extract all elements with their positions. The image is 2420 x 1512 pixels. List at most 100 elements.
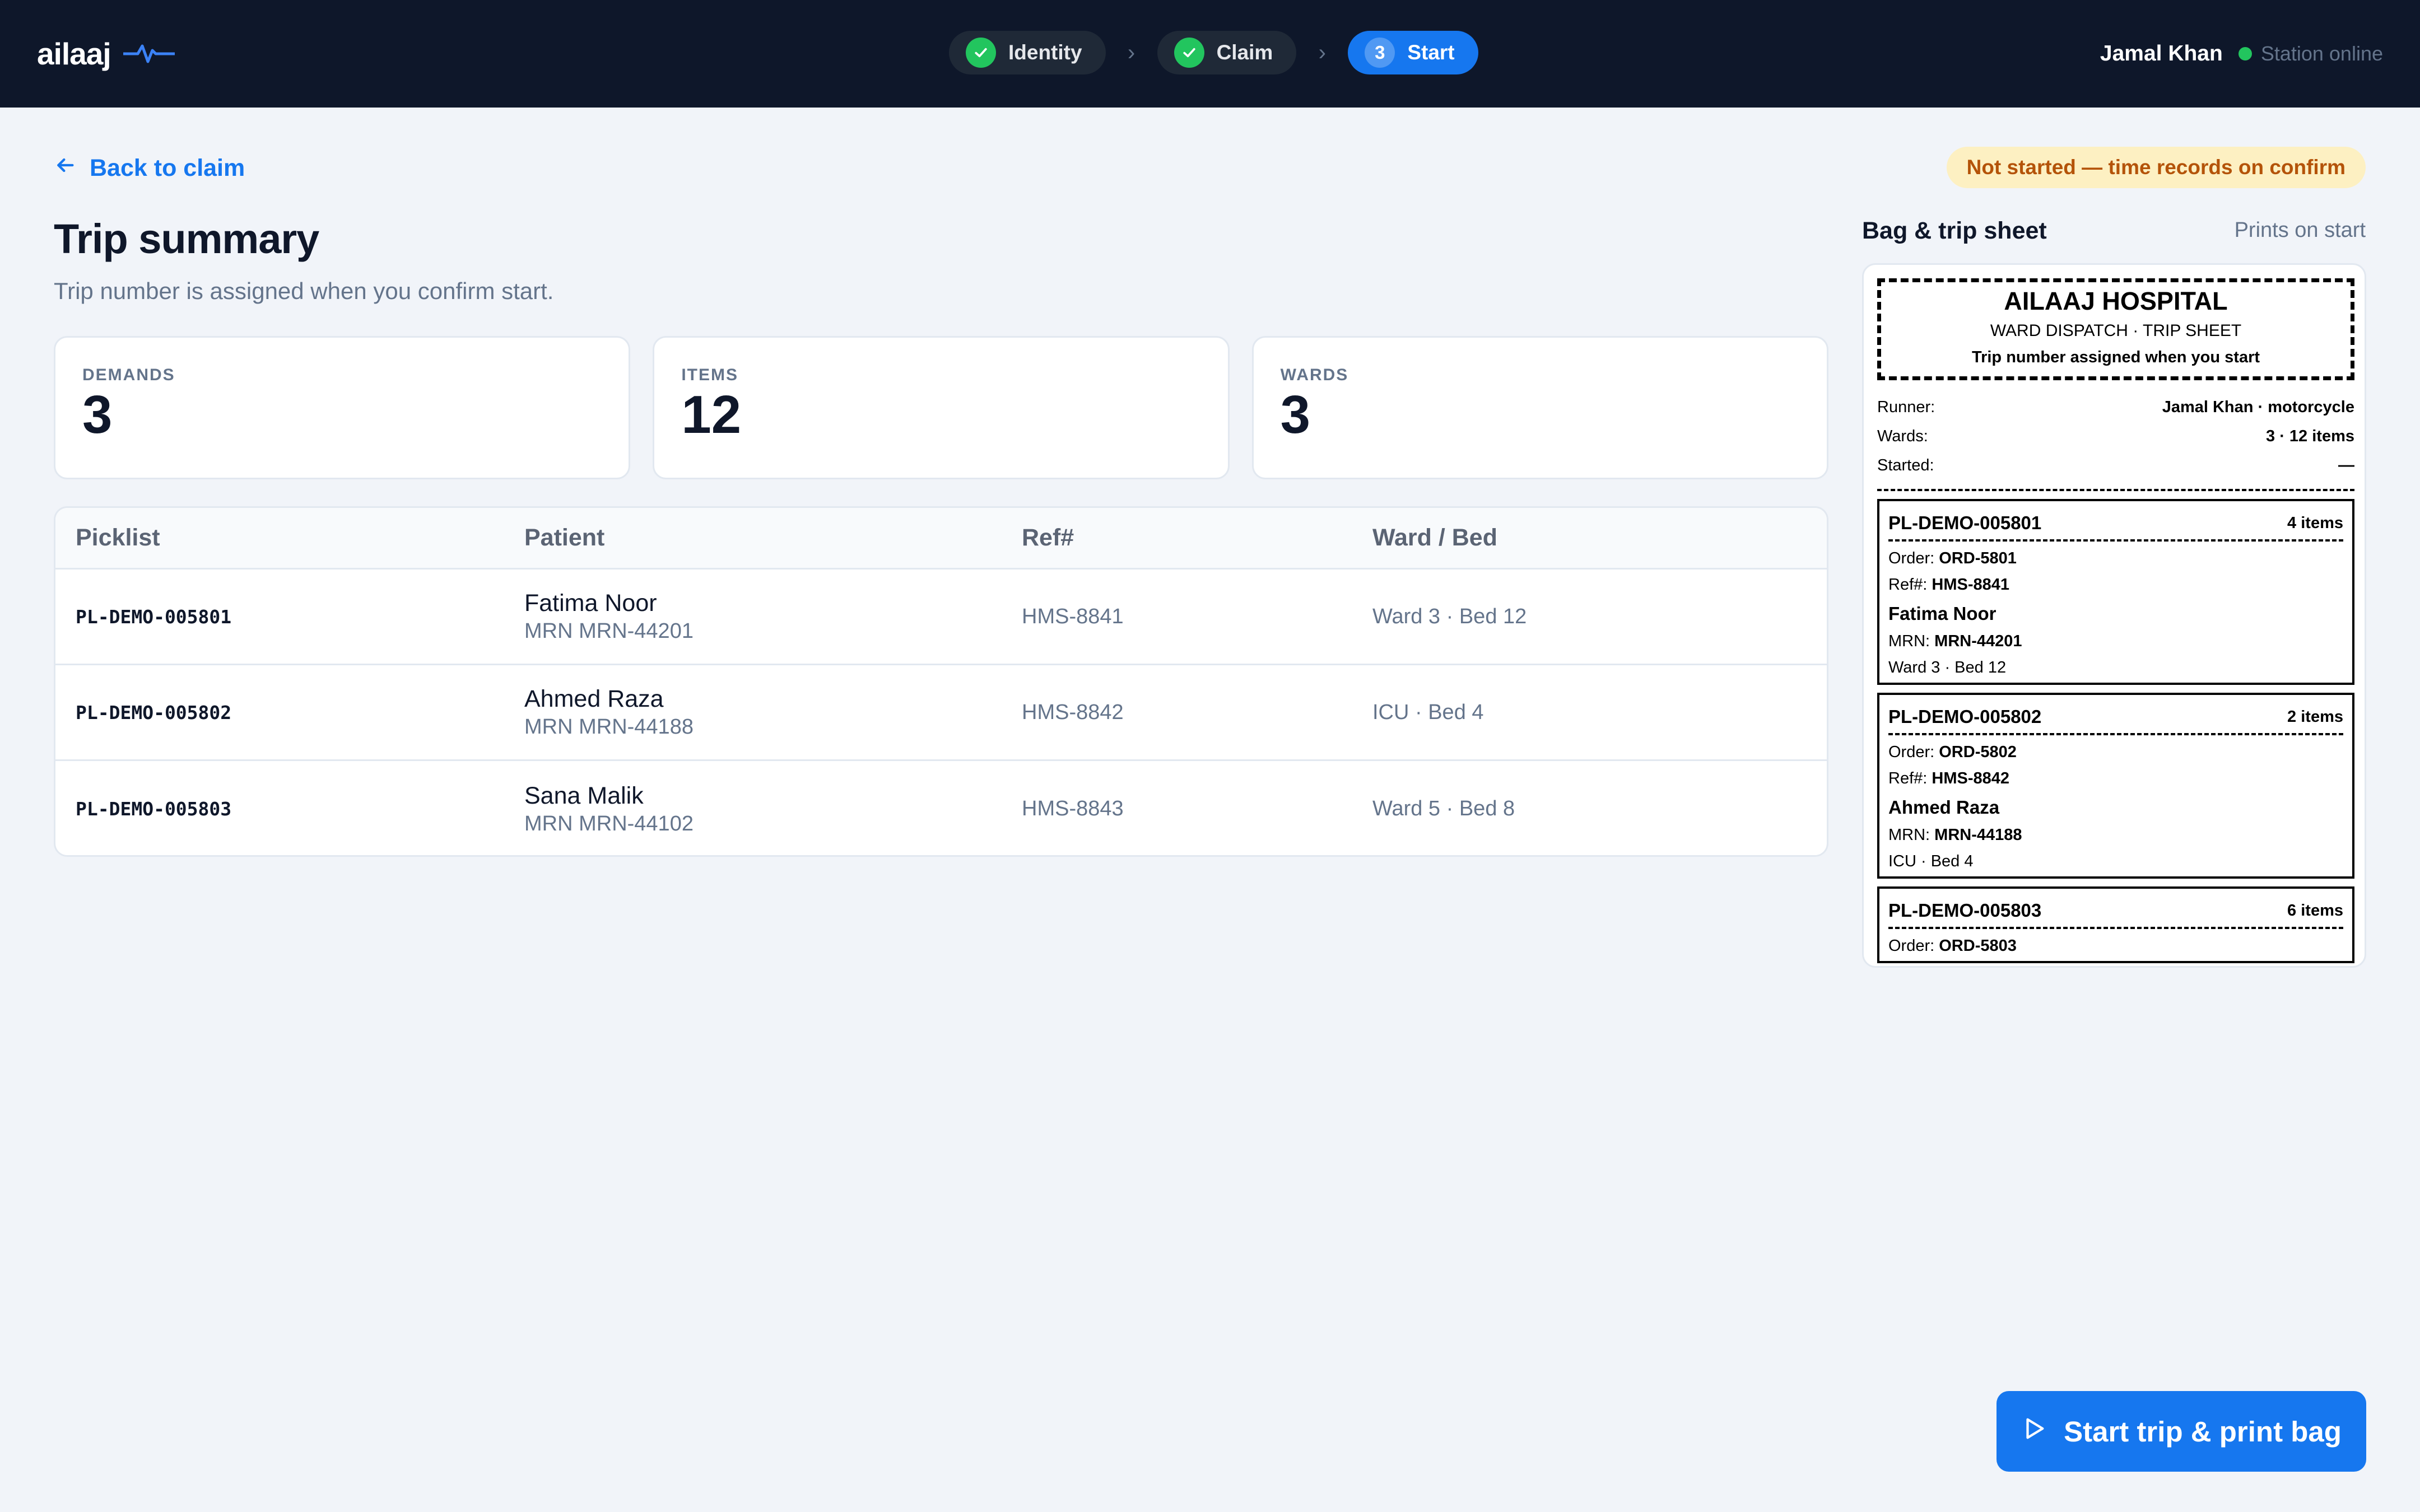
meta-value: — [2338, 456, 2354, 474]
order-number: ORD-5801 [1939, 549, 2017, 567]
ref-line: Ref#: HMS-8841 [1888, 576, 2343, 594]
table-row[interactable]: PL-DEMO-005802 Ahmed Raza MRN MRN-44188 … [55, 665, 1827, 761]
ref-number: HMS-8842 [1932, 769, 2010, 787]
stat-card-demands: DEMANDS 3 [54, 336, 631, 479]
check-icon [966, 38, 996, 68]
top-bar: ailaaj Identity › Claim › 3 Start Jamal … [0, 0, 2420, 108]
station-status-label: Station online [2260, 42, 2383, 65]
back-to-claim-link[interactable]: Back to claim [54, 151, 245, 185]
picklist-id: PL-DEMO-005803 [1888, 900, 2042, 921]
ward-bed: ICU · Bed 4 [1372, 700, 1484, 724]
meta-value: 3 · 12 items [2266, 427, 2354, 445]
picklist-block: PL-DEMO-005801 4 items Order: ORD-5801 R… [1877, 499, 2354, 685]
stat-label: ITEMS [681, 366, 738, 384]
ward-bed: ICU · Bed 4 [1888, 852, 1974, 870]
column-header-patient: Patient [524, 524, 605, 551]
column-header-picklist: Picklist [76, 524, 160, 551]
table-row[interactable]: PL-DEMO-005803 Sana Malik MRN MRN-44102 … [55, 761, 1827, 855]
step-number: 3 [1365, 38, 1395, 68]
meta-row-runner: Runner: Jamal Khan · motorcycle [1877, 393, 2354, 422]
progress-stepper: Identity › Claim › 3 Start [949, 31, 1478, 74]
patient-mrn: MRN MRN-44201 [524, 619, 694, 643]
ref-line: Ref#: HMS-8842 [1888, 769, 2343, 788]
status-badge: Not started — time records on confirm [1946, 147, 2366, 188]
pulse-icon [123, 43, 175, 65]
step-identity[interactable]: Identity [949, 31, 1106, 74]
picklist-table: Picklist Patient Ref# Ward / Bed PL-DEMO… [54, 506, 1828, 857]
order-number: ORD-5803 [1939, 937, 2017, 955]
meta-label: Started: [1877, 456, 1934, 474]
step-claim[interactable]: Claim [1157, 31, 1297, 74]
online-dot-icon [2238, 47, 2252, 60]
patient-mrn: MRN MRN-44102 [524, 811, 694, 836]
patient-name: Ahmed Raza [1888, 797, 2000, 818]
stat-value: 3 [82, 385, 113, 445]
table-row[interactable]: PL-DEMO-005801 Fatima Noor MRN MRN-44201… [55, 570, 1827, 665]
picklist-id: PL-DEMO-005801 [1888, 512, 2042, 533]
meta-label: Runner: [1877, 398, 1935, 416]
hospital-name: AILAAJ HOSPITAL [2004, 287, 2228, 315]
sheet-note: Trip number assigned when you start [1971, 348, 2260, 366]
start-trip-button[interactable]: Start trip & print bag [1997, 1391, 2366, 1472]
brand[interactable]: ailaaj [37, 34, 175, 74]
stat-label: DEMANDS [82, 366, 175, 384]
order-line: Order: ORD-5803 [1888, 937, 2343, 955]
patient-name: Sana Malik [524, 782, 644, 809]
order-label: Order: [1888, 743, 1935, 761]
step-label: Start [1407, 41, 1455, 64]
meta-row-wards: Wards: 3 · 12 items [1877, 422, 2354, 451]
ward-bed: Ward 3 · Bed 12 [1888, 659, 2007, 676]
order-line: Order: ORD-5801 [1888, 549, 2343, 568]
hospital-header: AILAAJ HOSPITAL WARD DISPATCH · TRIP SHE… [1877, 278, 2354, 380]
picklist-block-header: PL-DEMO-005803 6 items [1888, 894, 2343, 929]
check-icon [1174, 38, 1204, 68]
arrow-left-icon [54, 154, 76, 183]
meta-label: Wards: [1877, 427, 1928, 445]
user-name[interactable]: Jamal Khan [2100, 41, 2223, 66]
stat-value: 3 [1280, 385, 1311, 445]
sheet-title: Bag & trip sheet [1862, 217, 2047, 244]
page-subtitle: Trip number is assigned when you confirm… [54, 278, 554, 304]
table-header: Picklist Patient Ref# Ward / Bed [55, 508, 1827, 570]
page-title: Trip summary [54, 216, 319, 262]
sheet-hint: Prints on start [2234, 218, 2366, 242]
brand-name: ailaaj [37, 36, 111, 71]
ref-number: HMS-8841 [1932, 576, 2010, 594]
stat-card-wards: WARDS 3 [1251, 336, 1828, 479]
stats-row: DEMANDS 3 ITEMS 12 WARDS 3 [54, 336, 1828, 479]
mrn-label: MRN: [1888, 826, 1930, 844]
picklist-id: PL-DEMO-005803 [76, 798, 232, 820]
picklist-id: PL-DEMO-005802 [1888, 706, 2042, 727]
patient-mrn: MRN MRN-44188 [524, 715, 694, 739]
meta-row-started: Started: — [1877, 451, 2354, 480]
mrn-number: MRN-44201 [1934, 632, 2022, 650]
ref-label: Ref#: [1888, 769, 1928, 787]
picklist-block: PL-DEMO-005802 2 items Order: ORD-5802 R… [1877, 693, 2354, 879]
start-trip-label: Start trip & print bag [2064, 1415, 2342, 1448]
step-start[interactable]: 3 Start [1348, 31, 1478, 74]
chevron-right-icon: › [1127, 40, 1135, 65]
step-label: Claim [1216, 41, 1273, 64]
ref-label: Ref#: [1888, 576, 1928, 594]
order-number: ORD-5802 [1939, 743, 2017, 761]
sheet-subtitle: WARD DISPATCH · TRIP SHEET [1990, 321, 2242, 340]
ref-number: HMS-8842 [1022, 700, 1124, 724]
trip-sheet-preview[interactable]: AILAAJ HOSPITAL WARD DISPATCH · TRIP SHE… [1862, 263, 2366, 968]
stat-card-items: ITEMS 12 [653, 336, 1230, 479]
order-label: Order: [1888, 937, 1935, 955]
mrn-line: MRN: MRN-44188 [1888, 826, 2343, 844]
station-status: Station online [2238, 42, 2383, 66]
ref-number: HMS-8843 [1022, 797, 1124, 820]
picklist-id: PL-DEMO-005801 [76, 605, 232, 628]
play-icon [2021, 1415, 2047, 1448]
order-line: Order: ORD-5802 [1888, 743, 2343, 762]
ref-number: HMS-8841 [1022, 604, 1124, 628]
patient-name: Ahmed Raza [524, 685, 664, 712]
divider [1877, 489, 2354, 491]
column-header-ward-bed: Ward / Bed [1372, 524, 1497, 551]
picklist-block-header: PL-DEMO-005802 2 items [1888, 701, 2343, 735]
trip-meta: Runner: Jamal Khan · motorcycle Wards: 3… [1877, 393, 2354, 480]
user-area: Jamal Khan Station online [2100, 34, 2383, 74]
picklist-block: PL-DEMO-005803 6 items Order: ORD-5803 [1877, 886, 2354, 963]
patient-cell: Sana Malik MRN MRN-44102 [524, 782, 1022, 836]
